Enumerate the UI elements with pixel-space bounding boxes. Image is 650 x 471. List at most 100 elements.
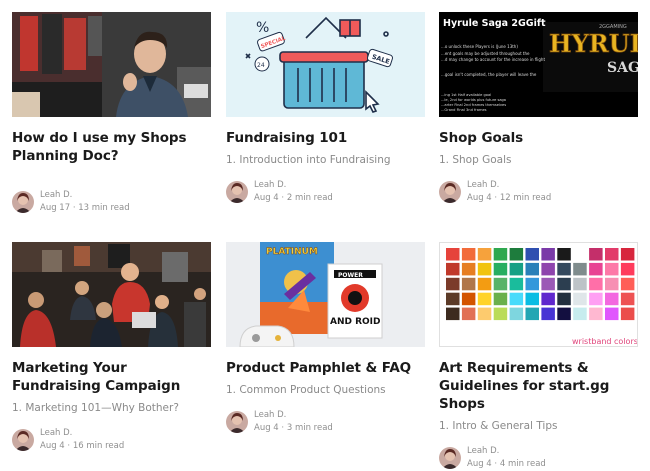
article-thumbnail[interactable] (12, 242, 211, 347)
article-title[interactable]: Art Requirements & Guidelines for start.… (439, 359, 638, 413)
color-swatch (620, 277, 635, 291)
color-swatch (573, 262, 587, 276)
article-subtitle: 1. Marketing 101—Why Bother? (12, 402, 179, 414)
hyrule-logo: HYRULE (549, 29, 638, 58)
article-card[interactable]: Hyrule Saga 2GGift ...o unlock these Pla… (439, 12, 638, 205)
color-swatch (461, 292, 476, 306)
color-swatch (573, 292, 587, 306)
color-swatch (477, 262, 492, 276)
read-time: 13 min read (78, 203, 130, 213)
color-swatch (509, 307, 524, 321)
presenter-photo (12, 12, 211, 117)
author-name[interactable]: Leah D. (467, 179, 551, 192)
article-subtitle: 1. Introduction into Fundraising (226, 154, 391, 166)
color-swatch (477, 307, 492, 321)
color-swatch (605, 248, 619, 261)
svg-text:...le, 2nd for worlds plus fut: ...le, 2nd for worlds plus future saga (441, 98, 506, 102)
article-card[interactable]: % SPECIAL SALE 24 Fundraising 101 1. Int… (226, 12, 425, 205)
color-swatch (573, 248, 587, 261)
author-name[interactable]: Leah D. (40, 189, 130, 202)
color-swatch (446, 292, 460, 306)
color-swatch (589, 277, 603, 291)
color-swatch (541, 277, 555, 291)
article-card[interactable]: How do I use my Shops Planning Doc? Leah… (12, 12, 211, 215)
color-swatch (620, 307, 635, 321)
article-thumbnail[interactable]: % SPECIAL SALE 24 (226, 12, 425, 117)
game-title: PLATINUM (266, 247, 318, 257)
publish-date: Aug 17 (40, 203, 71, 213)
read-time: 4 min read (499, 459, 546, 469)
color-swatch (493, 248, 508, 261)
svg-text:AND ROID: AND ROID (330, 317, 381, 327)
color-swatch (509, 248, 524, 261)
author-row: Leah D. Aug 4 · 16 min read (12, 427, 211, 453)
article-title[interactable]: Product Pamphlet & FAQ (226, 359, 425, 377)
avatar (226, 181, 248, 203)
color-swatch (620, 292, 635, 306)
article-title[interactable]: Marketing Your Fundraising Campaign (12, 359, 211, 395)
color-swatch (477, 292, 492, 306)
svg-text:...goal isn't completed, the p: ...goal isn't completed, the player will… (441, 72, 537, 77)
article-thumbnail[interactable]: wristband colors (439, 242, 638, 347)
article-thumbnail[interactable]: Hyrule Saga 2GGift ...o unlock these Pla… (439, 12, 638, 117)
article-title[interactable]: Fundraising 101 (226, 129, 425, 147)
svg-text:...arter Final 2nd frames them: ...arter Final 2nd frames themselves (441, 103, 506, 107)
author-name[interactable]: Leah D. (467, 445, 546, 458)
color-swatch (461, 307, 476, 321)
color-swatch (573, 307, 587, 321)
color-swatch (525, 307, 539, 321)
color-swatch (477, 277, 492, 291)
hyrule-heading: Hyrule Saga 2GGift (443, 18, 546, 29)
publish-date: Aug 4 (254, 193, 279, 203)
color-swatch (605, 292, 619, 306)
author-name[interactable]: Leah D. (254, 409, 333, 422)
author-row: Leah D. Aug 4 · 2 min read (226, 179, 425, 205)
color-swatch (541, 292, 555, 306)
svg-text:POWER: POWER (338, 272, 363, 279)
svg-text:24: 24 (257, 62, 265, 69)
article-card[interactable]: Marketing Your Fundraising Campaign 1. M… (12, 242, 211, 453)
author-row: Leah D. Aug 4 · 12 min read (439, 179, 638, 205)
color-swatch (446, 262, 460, 276)
article-card[interactable]: PLATINUM POWER AND ROID Product Pamphlet… (226, 242, 425, 435)
article-thumbnail[interactable]: PLATINUM POWER AND ROID (226, 242, 425, 347)
color-swatch (493, 292, 508, 306)
author-row: Leah D. Aug 4 · 3 min read (226, 409, 425, 435)
svg-text:...o unlock these Players is (: ...o unlock these Players is (June 13th) (441, 44, 518, 49)
color-swatch (589, 262, 603, 276)
swatch-caption: wristband colors (572, 337, 638, 346)
color-swatch (509, 262, 524, 276)
shopping-basket-illustration: % SPECIAL SALE 24 (226, 12, 425, 117)
color-swatch (605, 307, 619, 321)
color-swatch (557, 307, 571, 321)
article-card[interactable]: wristband colors Art Requirements & Guid… (439, 242, 638, 471)
article-subtitle: 1. Shop Goals (439, 154, 512, 166)
article-title[interactable]: How do I use my Shops Planning Doc? (12, 129, 211, 165)
wristband-color-swatches: wristband colors (440, 243, 638, 346)
publish-date: Aug 4 (40, 441, 65, 451)
percent-icon: % (256, 20, 269, 36)
svg-text:...ent goals may be adjusted t: ...ent goals may be adjusted throughout … (441, 51, 530, 56)
svg-text:...d may change to account for: ...d may change to account for the incre… (441, 57, 545, 62)
author-name[interactable]: Leah D. (254, 179, 333, 192)
author-row: Leah D. Aug 17 · 13 min read (12, 189, 211, 215)
color-swatch (557, 292, 571, 306)
publish-date: Aug 4 (467, 459, 492, 469)
avatar (12, 191, 34, 213)
author-row: Leah D. Aug 4 · 4 min read (439, 445, 638, 471)
booth-crowd-photo (12, 242, 211, 347)
color-swatch (620, 262, 635, 276)
color-swatch (509, 292, 524, 306)
product-pamphlet-image: PLATINUM POWER AND ROID (226, 242, 425, 347)
color-swatch (493, 262, 508, 276)
article-subtitle: 1. Common Product Questions (226, 384, 386, 396)
article-thumbnail[interactable] (12, 12, 211, 117)
avatar (12, 429, 34, 451)
author-name[interactable]: Leah D. (40, 427, 124, 440)
avatar (226, 411, 248, 433)
color-swatch (493, 307, 508, 321)
color-swatch (541, 307, 555, 321)
color-swatch (557, 262, 571, 276)
avatar (439, 181, 461, 203)
article-title[interactable]: Shop Goals (439, 129, 638, 147)
